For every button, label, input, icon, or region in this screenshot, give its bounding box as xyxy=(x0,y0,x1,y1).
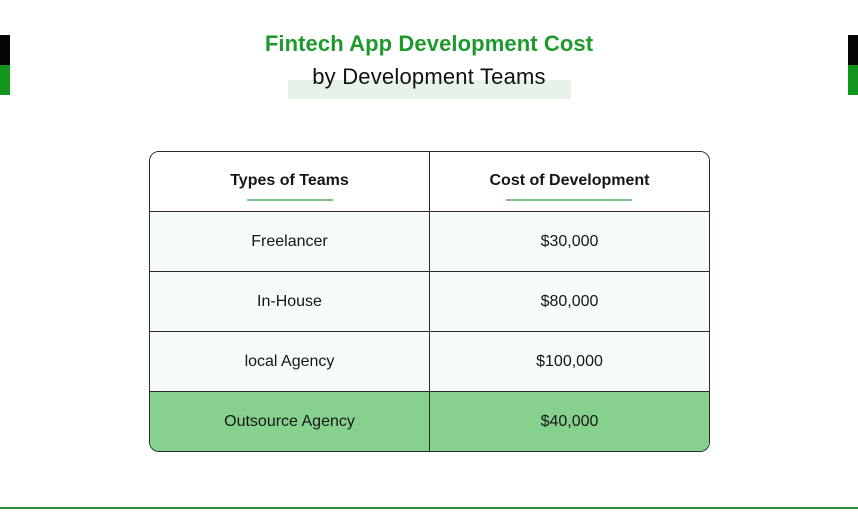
header-underline xyxy=(506,198,633,201)
page-subtitle: by Development Teams xyxy=(312,64,546,89)
cost-cell: $80,000 xyxy=(429,271,709,332)
page-title: Fintech App Development Cost xyxy=(264,31,594,56)
header-label: Cost of Development xyxy=(489,171,650,189)
team-cell: In-House xyxy=(150,271,430,332)
header-label: Types of Teams xyxy=(230,171,349,189)
table-row-highlighted: Outsource Agency $40,000 xyxy=(150,391,709,451)
cost-cell: $30,000 xyxy=(429,211,709,272)
table-row: local Agency $100,000 xyxy=(150,331,709,392)
team-cell: Outsource Agency xyxy=(150,391,430,451)
table-header-row: Types of Teams Cost of Development xyxy=(150,152,709,212)
cost-cell: $40,000 xyxy=(429,391,709,451)
table-row: In-House $80,000 xyxy=(150,271,709,332)
header-types-of-teams: Types of Teams xyxy=(150,152,430,212)
cost-cell: $100,000 xyxy=(429,331,709,392)
team-cell: local Agency xyxy=(150,331,430,392)
team-cell: Freelancer xyxy=(150,211,430,272)
bottom-divider xyxy=(0,507,858,509)
page-subtitle-wrap: by Development Teams xyxy=(0,64,858,99)
cost-table: Types of Teams Cost of Development Freel… xyxy=(149,151,710,452)
header-underline xyxy=(246,198,333,201)
header-cost-of-development: Cost of Development xyxy=(429,152,709,212)
table-row: Freelancer $30,000 xyxy=(150,211,709,272)
